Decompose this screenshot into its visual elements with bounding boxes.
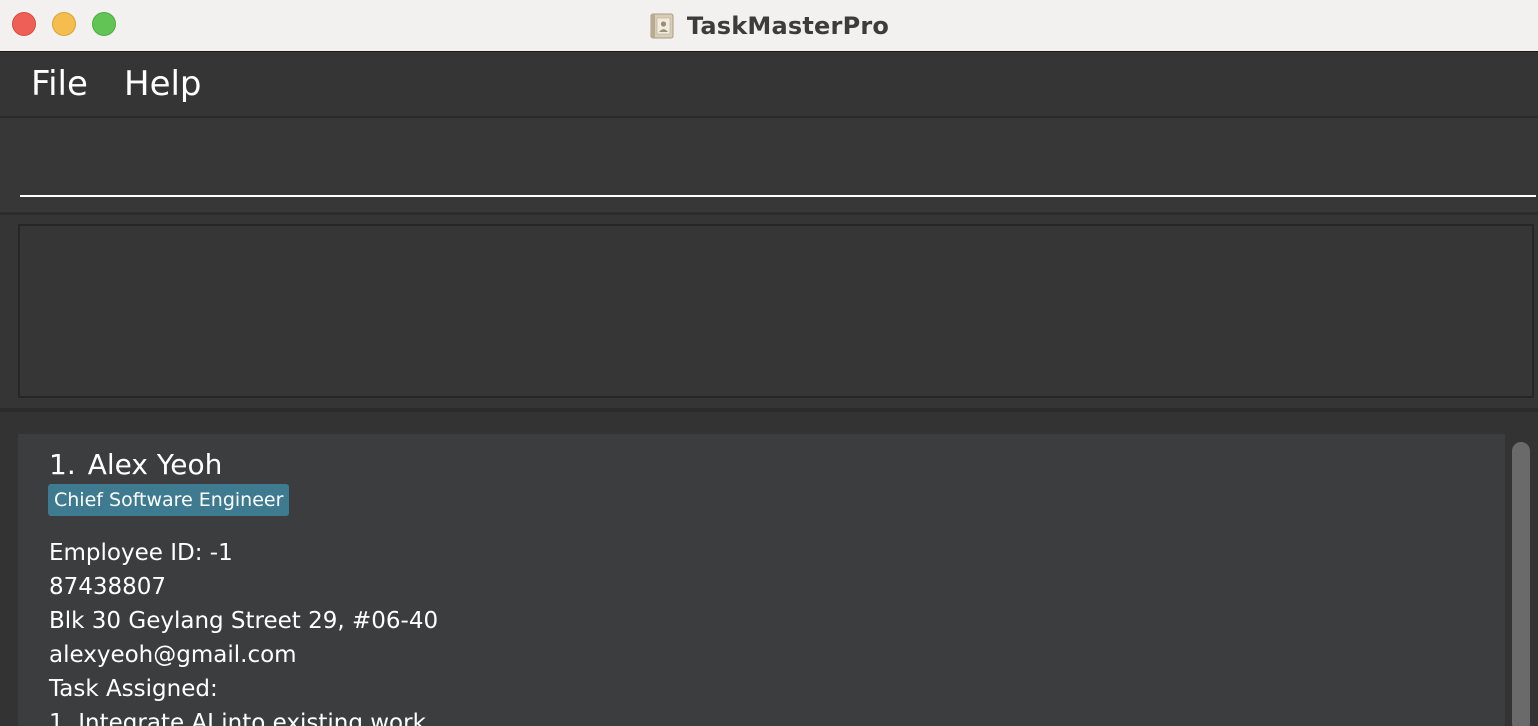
employee-name-line: 1. Alex Yeoh <box>49 448 222 481</box>
command-input[interactable] <box>20 130 1536 197</box>
command-box-container <box>0 118 1538 215</box>
address-book-icon <box>649 13 675 39</box>
result-display[interactable] <box>18 224 1534 398</box>
role-tag: Chief Software Engineer <box>48 484 290 516</box>
title-container: TaskMasterPro <box>0 0 1538 51</box>
employee-address: Blk 30 Geylang Street 29, #06-40 <box>49 608 439 634</box>
result-display-container <box>0 215 1538 412</box>
menu-file[interactable]: File <box>31 64 88 104</box>
menu-help[interactable]: Help <box>124 64 202 104</box>
employee-list-panel[interactable]: 1. Alex Yeoh Chief Software Engineer Empl… <box>0 412 1538 726</box>
employee-index: 1. <box>49 448 76 481</box>
task-item: 1. Integrate AI into existing work <box>49 710 426 726</box>
list-scrollbar[interactable] <box>1512 442 1530 726</box>
window-title: TaskMasterPro <box>686 11 890 40</box>
employee-card[interactable]: 1. Alex Yeoh Chief Software Engineer Empl… <box>18 434 1505 726</box>
app-window: TaskMasterPro File Help 1. Alex Yeoh Chie… <box>0 0 1538 726</box>
title-bar[interactable]: TaskMasterPro <box>0 0 1538 52</box>
employee-id: Employee ID: -1 <box>49 540 233 566</box>
employee-phone: 87438807 <box>49 574 167 600</box>
tasks-heading: Task Assigned: <box>49 676 218 702</box>
menu-bar: File Help <box>0 52 1538 118</box>
employee-name: Alex Yeoh <box>87 448 223 481</box>
employee-email: alexyeoh@gmail.com <box>49 642 297 668</box>
